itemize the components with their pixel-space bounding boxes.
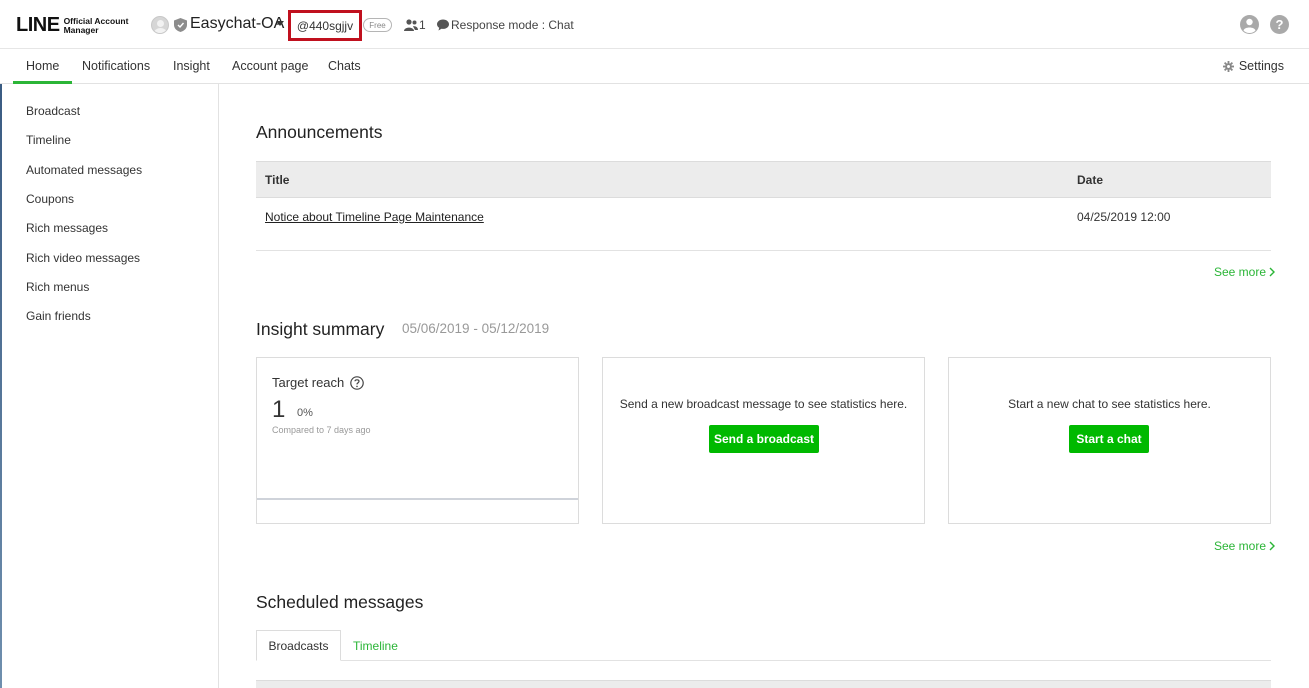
sidebar-item-rich-messages[interactable]: Rich messages [26,221,108,235]
gear-icon [1222,60,1234,72]
table-row: Notice about Timeline Page Maintenance 0… [256,198,1271,251]
chevron-right-icon [1269,541,1276,551]
help-icon[interactable]: ? [1270,15,1289,34]
scheduled-tabs: Broadcasts Timeline [256,630,1271,661]
announcements-table: Title Date Notice about Timeline Page Ma… [256,161,1271,251]
scheduled-table-header [256,680,1271,688]
top-header: LINE Official Account Manager Easychat-O… [0,0,1309,49]
target-reach-value: 1 [272,396,286,423]
question-circle-icon[interactable] [350,375,365,390]
main-content: Announcements Title Date Notice about Ti… [219,84,1309,688]
verified-shield-icon [174,18,187,32]
announcements-title: Announcements [256,122,383,142]
plan-badge: Free [363,18,392,32]
user-account-icon[interactable] [1240,15,1259,34]
sidebar: Broadcast Timeline Automated messages Co… [0,84,219,688]
nav-insight[interactable]: Insight [173,59,210,73]
tab-broadcasts[interactable]: Broadcasts [256,630,341,661]
sidebar-item-automated-messages[interactable]: Automated messages [26,163,142,177]
sidebar-item-timeline[interactable]: Timeline [26,133,71,147]
announcement-date: 04/25/2019 12:00 [1077,210,1171,224]
chevron-down-icon[interactable] [276,21,284,26]
insight-date-range: 05/06/2019 - 05/12/2019 [402,321,550,336]
tab-timeline[interactable]: Timeline [353,630,398,661]
target-reach-compared: Compared to 7 days ago [272,425,371,435]
friends-count: 1 [419,18,426,32]
target-reach-sparkline [257,498,578,500]
nav-chats[interactable]: Chats [328,59,361,73]
chat-card-text: Start a new chat to see statistics here. [1008,397,1211,411]
logo-wordmark: LINE [16,14,60,36]
response-mode-link[interactable]: Response mode : Chat [451,18,574,32]
target-reach-label: Target reach [272,375,365,390]
nav-home[interactable]: Home [12,59,73,84]
nav-account-page[interactable]: Account page [232,59,308,73]
logo-subtitle: Official Account Manager [63,16,129,35]
sidebar-item-broadcast[interactable]: Broadcast [26,104,80,118]
sidebar-item-rich-video-messages[interactable]: Rich video messages [26,251,140,265]
logo-subtitle-line2: Manager [63,24,99,35]
sidebar-item-gain-friends[interactable]: Gain friends [26,309,91,323]
column-header-date: Date [1077,173,1104,187]
chevron-right-icon [1269,267,1276,277]
target-reach-label-text: Target reach [272,375,345,390]
nav-notifications[interactable]: Notifications [82,59,150,73]
window-edge [0,84,2,688]
target-reach-card: Target reach 1 0% Compared to 7 days ago [256,357,579,524]
account-name-dropdown[interactable]: Easychat-OA [190,15,284,33]
chat-bubble-icon [437,19,449,31]
broadcast-stats-card: Send a new broadcast message to see stat… [602,357,925,524]
sidebar-item-rich-menus[interactable]: Rich menus [26,280,89,294]
chat-stats-card: Start a new chat to see statistics here.… [948,357,1271,524]
settings-link[interactable]: Settings [1222,59,1284,73]
friends-icon [404,19,418,31]
settings-label: Settings [1238,59,1284,73]
table-header: Title Date [256,161,1271,198]
main-nav: Home Notifications Insight Account page … [0,49,1309,84]
scheduled-messages-title: Scheduled messages [256,592,424,612]
start-chat-button[interactable]: Start a chat [1069,425,1149,453]
announcement-link[interactable]: Notice about Timeline Page Maintenance [265,210,484,224]
line-oam-logo[interactable]: LINE Official Account Manager [16,14,128,37]
account-id: @440sgjjv [288,10,362,41]
see-more-label: See more [1214,539,1267,553]
insight-summary-title: Insight summary [256,319,385,339]
target-reach-change: 0% [297,407,313,419]
column-header-title: Title [265,173,290,187]
sidebar-item-coupons[interactable]: Coupons [26,192,74,206]
send-broadcast-button[interactable]: Send a broadcast [709,425,819,453]
see-more-label: See more [1214,265,1267,279]
insight-see-more-link[interactable]: See more [1214,539,1276,553]
announcements-see-more-link[interactable]: See more [1214,265,1276,279]
broadcast-card-text: Send a new broadcast message to see stat… [619,397,908,411]
account-avatar-icon [151,16,169,34]
